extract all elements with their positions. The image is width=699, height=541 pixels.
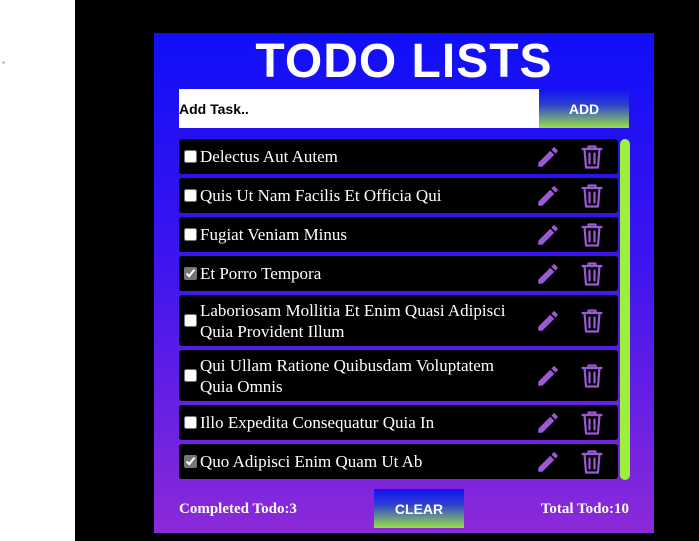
todo-checkbox[interactable] xyxy=(184,267,197,280)
todo-text: Et Porro Tempora xyxy=(200,264,322,283)
todo-checkbox[interactable] xyxy=(184,369,197,382)
todo-checkbox[interactable] xyxy=(184,455,197,468)
todo-item: Laboriosam Mollitia Et Enim Quasi Adipis… xyxy=(179,295,618,346)
todo-text: Fugiat Veniam Minus xyxy=(200,225,348,244)
todo-text: Qui Ullam Ratione Quibusdam Voluptatem Q… xyxy=(200,355,495,396)
trash-icon[interactable] xyxy=(581,144,603,170)
todo-list-container[interactable]: Delectus Aut Autem Quis Ut Nam Facilis Et… xyxy=(179,139,630,480)
total-count: Total Todo:10 xyxy=(540,501,629,517)
todo-text: Illo Expedita Consequatur Quia In xyxy=(200,413,435,432)
pencil-icon[interactable] xyxy=(535,261,561,287)
pencil-icon[interactable] xyxy=(535,183,561,209)
todo-text: Laboriosam Mollitia Et Enim Quasi Adipis… xyxy=(200,300,506,341)
trash-icon[interactable] xyxy=(581,222,603,248)
trash-icon[interactable] xyxy=(581,363,603,389)
pencil-icon[interactable] xyxy=(535,449,561,475)
todo-item: Quo Adipisci Enim Quam Ut Ab xyxy=(179,444,618,479)
todo-item: Fugiat Veniam Minus xyxy=(179,217,618,252)
dot-mark xyxy=(2,61,5,64)
todo-checkbox[interactable] xyxy=(184,228,197,241)
todo-item: Et Porro Tempora xyxy=(179,256,618,291)
trash-icon[interactable] xyxy=(581,261,603,287)
todo-checkbox[interactable] xyxy=(184,189,197,202)
pencil-icon[interactable] xyxy=(535,144,561,170)
trash-icon[interactable] xyxy=(581,183,603,209)
trash-icon[interactable] xyxy=(581,449,603,475)
clear-button[interactable]: CLEAR xyxy=(374,489,464,528)
todo-item: Qui Ullam Ratione Quibusdam Voluptatem Q… xyxy=(179,350,618,401)
todo-item: Illo Expedita Consequatur Quia In xyxy=(179,405,618,440)
todo-item: Delectus Aut Autem xyxy=(179,139,618,174)
pencil-icon[interactable] xyxy=(535,222,561,248)
todo-checkbox[interactable] xyxy=(184,314,197,327)
todo-list: Delectus Aut Autem Quis Ut Nam Facilis Et… xyxy=(179,139,618,480)
add-button[interactable]: ADD xyxy=(539,89,629,128)
page-title: TODO LISTS xyxy=(255,35,553,88)
add-task-input[interactable] xyxy=(179,89,539,128)
todo-text: Quis Ut Nam Facilis Et Officia Qui xyxy=(200,186,442,205)
todo-text: Quo Adipisci Enim Quam Ut Ab xyxy=(200,452,423,471)
pencil-icon[interactable] xyxy=(535,363,561,389)
blank-left-pane xyxy=(0,0,75,541)
completed-count: Completed Todo:3 xyxy=(179,501,297,517)
pencil-icon[interactable] xyxy=(535,308,561,334)
todo-item: Quis Ut Nam Facilis Et Officia Qui xyxy=(179,178,618,213)
todo-card: TODO LISTS ADD Delectus Aut Autem Quis Ut… xyxy=(154,33,654,533)
trash-icon[interactable] xyxy=(581,410,603,436)
scrollbar-track[interactable] xyxy=(619,139,630,480)
scrollbar-thumb[interactable] xyxy=(620,139,630,480)
trash-icon[interactable] xyxy=(581,308,603,334)
todo-checkbox[interactable] xyxy=(184,416,197,429)
todo-text: Delectus Aut Autem xyxy=(200,147,338,166)
todo-checkbox[interactable] xyxy=(184,150,197,163)
pencil-icon[interactable] xyxy=(535,410,561,436)
